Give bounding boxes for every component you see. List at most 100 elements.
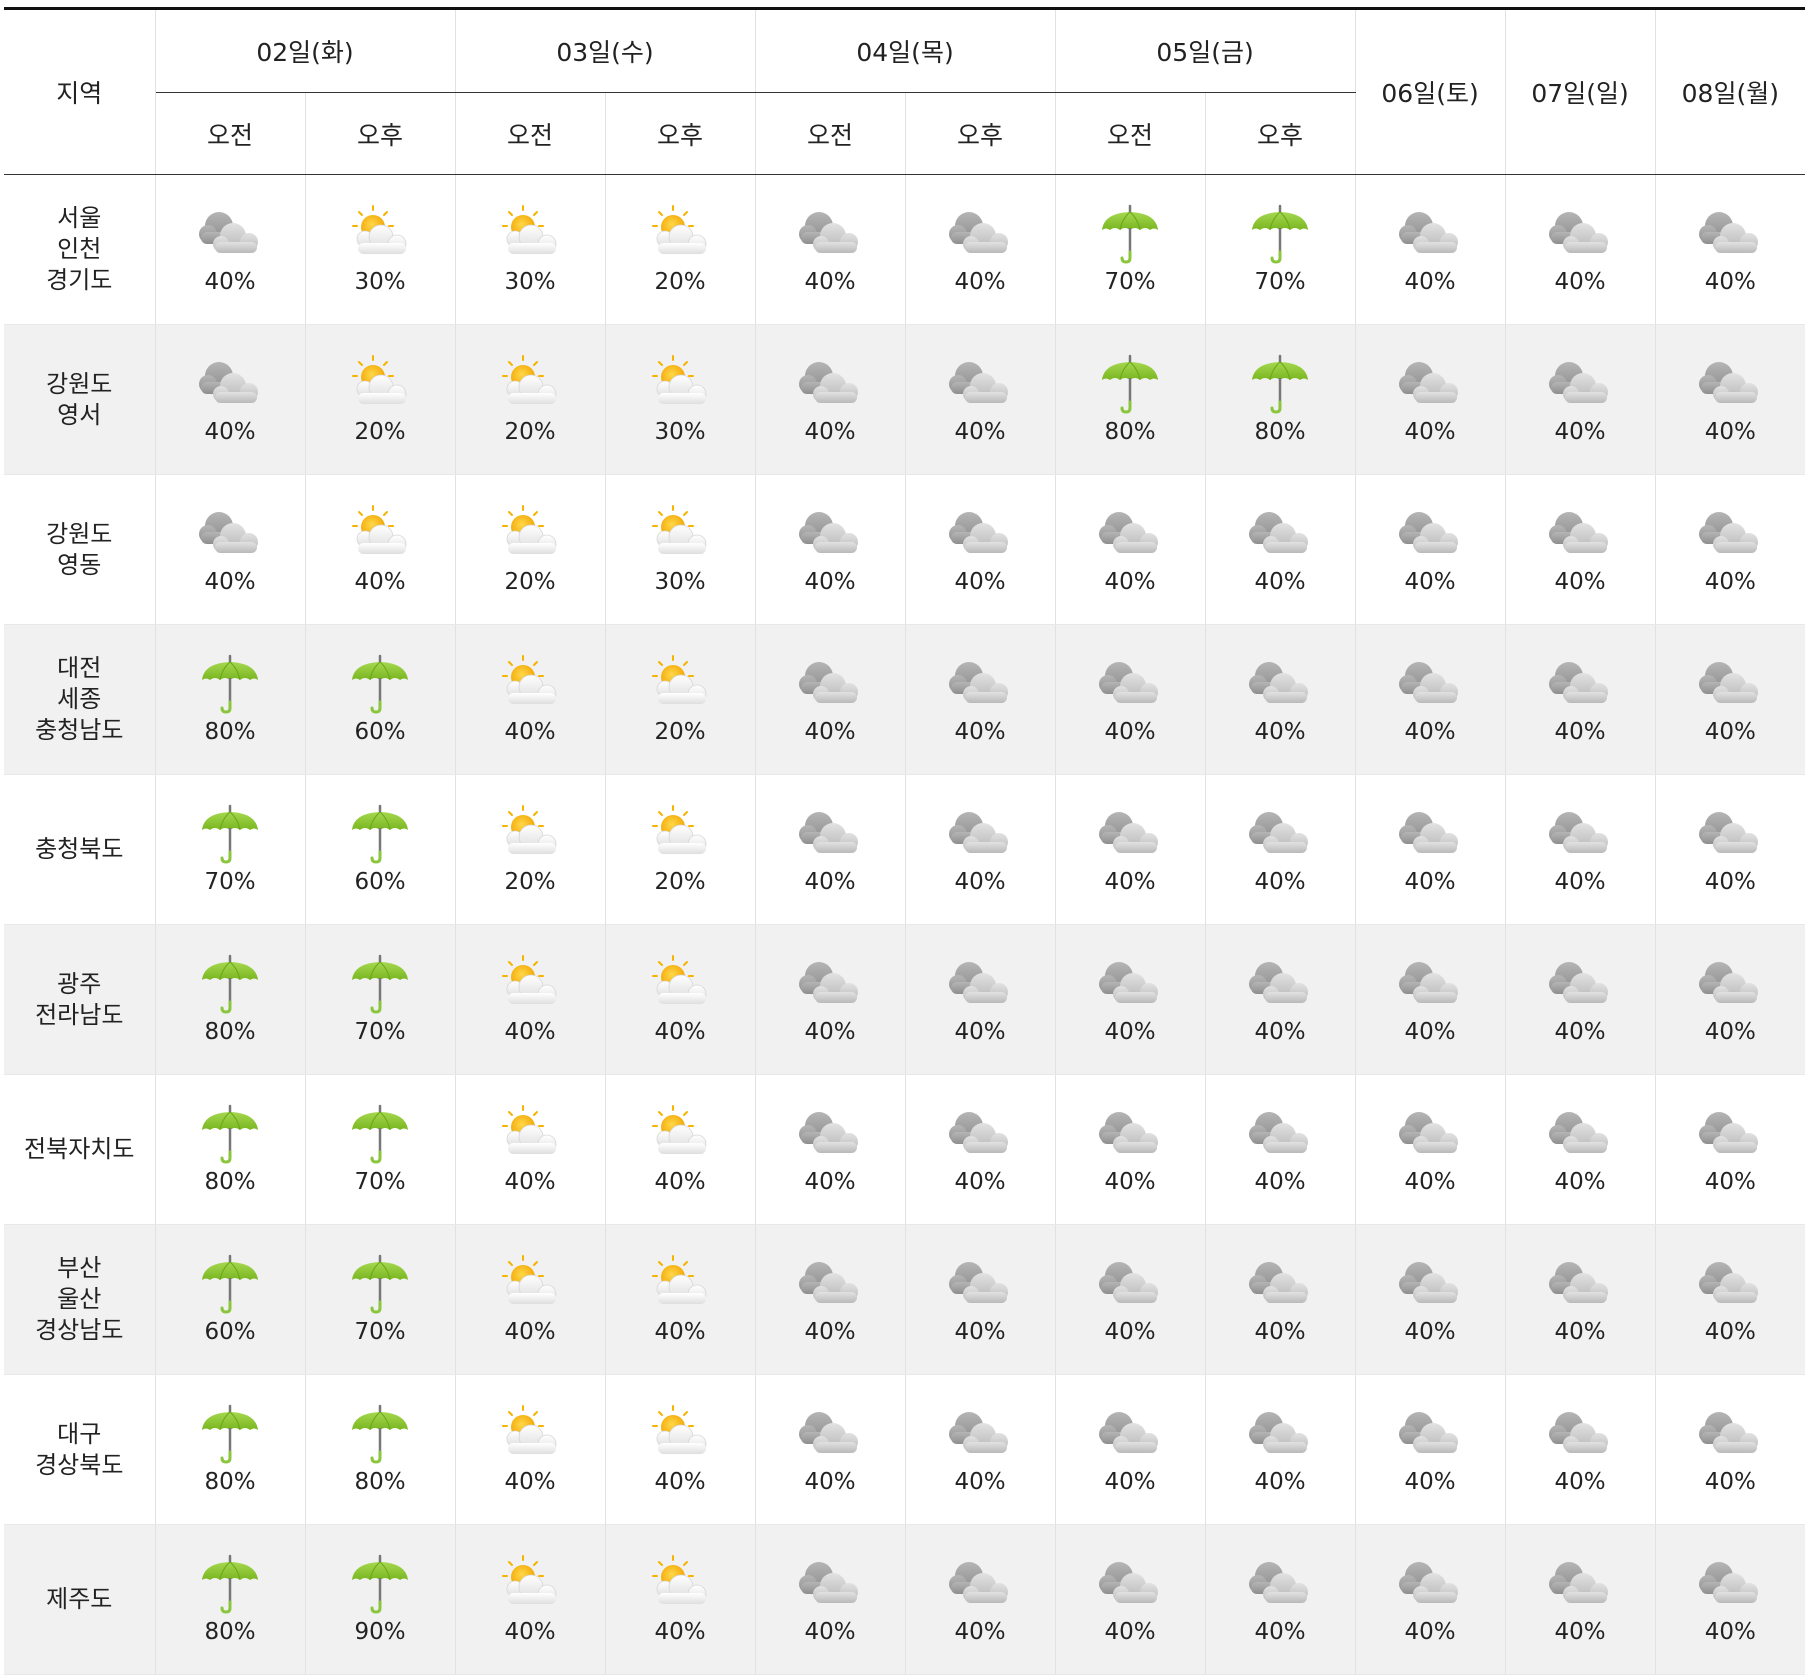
precip-probability: 40%: [954, 1019, 1006, 1045]
region-name-line: 광주: [57, 969, 102, 998]
precip-probability: 40%: [954, 1169, 1006, 1195]
partly-sunny-icon: [495, 1554, 565, 1616]
weekly-forecast-table: 지역 02일(화) 03일(수) 04일(목) 05일(금) 06일(토) 07…: [4, 7, 1806, 1675]
region-name-line: 강원도: [46, 519, 113, 548]
cloudy-icon: [1545, 954, 1615, 1016]
region-name-line: 부산: [57, 1254, 102, 1282]
precip-probability: 40%: [204, 269, 256, 295]
cloudy-icon: [795, 954, 865, 1016]
forecast-cell: 40%: [755, 1074, 906, 1225]
precip-probability: 40%: [804, 1619, 856, 1645]
date-header-07: 07일(일): [1505, 7, 1656, 175]
partly-sunny-icon: [645, 504, 715, 566]
precip-probability: 40%: [1554, 1469, 1606, 1495]
cloudy-icon: [1245, 804, 1315, 866]
precip-probability: 80%: [204, 1619, 256, 1645]
cloudy-icon: [945, 504, 1015, 566]
forecast-cell: 40%: [1655, 324, 1806, 475]
table-body: 서울 인천 경기도 40% 30% 30% 20% 40% 40% 70% 70% 40% 40% 40%…: [4, 174, 1806, 1675]
forecast-cell: 40%: [455, 624, 606, 775]
forecast-cell: 40%: [1055, 1074, 1206, 1225]
forecast-cell: 40%: [1505, 624, 1656, 775]
umbrella-icon: [345, 1254, 415, 1316]
precip-probability: 40%: [1104, 1469, 1156, 1495]
forecast-cell: 40%: [755, 774, 906, 925]
forecast-cell: 40%: [155, 174, 306, 325]
cloudy-icon: [1545, 354, 1615, 416]
forecast-cell: 40%: [1505, 1374, 1656, 1525]
forecast-cell: 40%: [1055, 624, 1206, 775]
cloudy-icon: [1395, 1254, 1465, 1316]
precip-probability: 60%: [354, 719, 406, 745]
forecast-cell: 40%: [605, 1524, 756, 1675]
precip-probability: 40%: [1404, 1469, 1456, 1495]
precip-probability: 40%: [1254, 1169, 1306, 1195]
forecast-cell: 40%: [905, 1224, 1056, 1375]
forecast-cell: 70%: [305, 924, 456, 1075]
precip-probability: 40%: [954, 1619, 1006, 1645]
forecast-cell: 40%: [1055, 474, 1206, 625]
precip-probability: 40%: [1104, 1169, 1156, 1195]
precip-probability: 40%: [804, 269, 856, 295]
forecast-cell: 40%: [905, 1374, 1056, 1525]
partly-sunny-icon: [345, 204, 415, 266]
precip-probability: 40%: [504, 1469, 556, 1495]
precip-probability: 20%: [504, 869, 556, 895]
table-row: 대전 세종 충청남도 80% 60% 40% 20% 40% 40% 40% 40% 40% 40% 40…: [4, 624, 1806, 775]
partly-sunny-icon: [645, 1104, 715, 1166]
forecast-cell: 20%: [605, 174, 756, 325]
forecast-cell: 40%: [1655, 174, 1806, 325]
cloudy-icon: [1545, 1104, 1615, 1166]
region-name-line: 대전: [57, 654, 102, 682]
precip-probability: 40%: [654, 1019, 706, 1045]
cloudy-icon: [945, 804, 1015, 866]
partly-sunny-icon: [645, 1404, 715, 1466]
date-header-04: 04일(목): [755, 7, 1056, 93]
forecast-cell: 40%: [1505, 774, 1656, 925]
cloudy-icon: [1095, 1554, 1165, 1616]
table-row: 전북자치도 80% 70% 40% 40% 40% 40% 40% 40% 40% 40% 40%: [4, 1074, 1806, 1225]
region-name: 충청북도: [4, 774, 156, 925]
precip-probability: 40%: [1404, 269, 1456, 295]
cloudy-icon: [195, 504, 265, 566]
region-name: 대구 경상북도: [4, 1374, 156, 1525]
forecast-cell: 80%: [155, 924, 306, 1075]
partly-sunny-icon: [495, 954, 565, 1016]
forecast-cell: 40%: [1055, 1524, 1206, 1675]
forecast-cell: 40%: [905, 1074, 1056, 1225]
date-header-03: 03일(수): [455, 7, 756, 93]
cloudy-icon: [795, 804, 865, 866]
precip-probability: 40%: [1704, 1169, 1756, 1195]
precip-probability: 40%: [954, 1469, 1006, 1495]
umbrella-icon: [345, 1554, 415, 1616]
forecast-cell: 60%: [155, 1224, 306, 1375]
forecast-cell: 40%: [605, 1224, 756, 1375]
precip-probability: 40%: [1554, 869, 1606, 895]
pm-header: 오후: [1205, 92, 1356, 175]
precip-probability: 40%: [804, 419, 856, 445]
forecast-cell: 40%: [1205, 1074, 1356, 1225]
forecast-cell: 40%: [1505, 474, 1656, 625]
cloudy-icon: [795, 504, 865, 566]
forecast-cell: 40%: [1505, 1074, 1656, 1225]
forecast-cell: 40%: [1355, 324, 1506, 475]
forecast-cell: 80%: [155, 1074, 306, 1225]
cloudy-icon: [1395, 354, 1465, 416]
forecast-cell: 40%: [1655, 1524, 1806, 1675]
forecast-cell: 40%: [1055, 924, 1206, 1075]
cloudy-icon: [1695, 1104, 1765, 1166]
date-header-05: 05일(금): [1055, 7, 1356, 93]
forecast-cell: 40%: [905, 924, 1056, 1075]
region-name-line: 경기도: [46, 266, 113, 294]
precip-probability: 40%: [1104, 1319, 1156, 1345]
date-header-08: 08일(월): [1655, 7, 1806, 175]
precip-probability: 40%: [1554, 1169, 1606, 1195]
precip-probability: 40%: [954, 419, 1006, 445]
forecast-cell: 40%: [1655, 624, 1806, 775]
precip-probability: 40%: [804, 719, 856, 745]
forecast-cell: 40%: [1355, 474, 1506, 625]
region-name: 대전 세종 충청남도: [4, 624, 156, 775]
partly-sunny-icon: [495, 504, 565, 566]
cloudy-icon: [945, 1404, 1015, 1466]
precip-probability: 40%: [654, 1319, 706, 1345]
